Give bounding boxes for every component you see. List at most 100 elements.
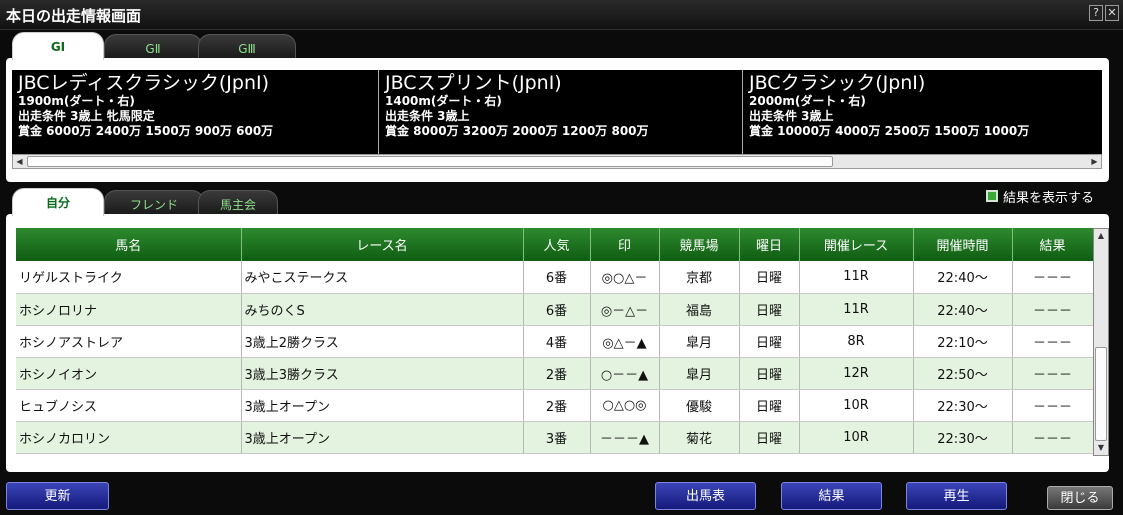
race-prize: 賞金 10000万 4000万 2500万 1500万 1000万 bbox=[749, 124, 1030, 138]
results-button[interactable]: 結果 bbox=[781, 482, 882, 510]
grade-race-card[interactable]: JBCスプリント(JpnⅠ) 1400m(ダート・右) 出走条件 3歳上 賞金 … bbox=[378, 70, 742, 154]
race-name: 3歳上2勝クラス bbox=[241, 325, 524, 358]
race-number: 12R bbox=[799, 357, 914, 390]
close-window-button[interactable]: ✕ bbox=[1105, 5, 1119, 21]
popularity: 3番 bbox=[523, 421, 591, 454]
show-results-label: 結果を表示する bbox=[1003, 191, 1095, 206]
result: －－－ bbox=[1012, 261, 1094, 294]
popularity: 2番 bbox=[523, 357, 591, 390]
result: －－－ bbox=[1012, 389, 1094, 422]
mark: ◎○△－ bbox=[590, 261, 660, 294]
title-bar: 本日の出走情報画面 ? ✕ bbox=[0, 0, 1123, 30]
horse-name: ホシノロリナ bbox=[16, 293, 242, 326]
entries-table: 馬名 レース名 人気 印 競馬場 曜日 開催レース 開催時間 結果 リゲルストラ… bbox=[16, 228, 1094, 454]
close-button[interactable]: 閉じる bbox=[1047, 486, 1113, 510]
racecourse: 優駿 bbox=[659, 389, 740, 422]
day: 日曜 bbox=[739, 389, 800, 422]
grade-race-card[interactable]: JBCレディスクラシック(JpnⅠ) 1900m(ダート・右) 出走条件 3歳上… bbox=[12, 70, 378, 154]
start-time: 22:50～ bbox=[913, 357, 1013, 390]
mark: ◎－△－ bbox=[590, 293, 660, 326]
race-number: 10R bbox=[799, 389, 914, 422]
start-time: 22:40～ bbox=[913, 293, 1013, 326]
col-start-time[interactable]: 開催時間 bbox=[913, 228, 1013, 261]
refresh-button[interactable]: 更新 bbox=[6, 482, 109, 510]
replay-button[interactable]: 再生 bbox=[906, 482, 1007, 510]
popularity: 6番 bbox=[523, 293, 591, 326]
racecourse: 皐月 bbox=[659, 325, 740, 358]
day: 日曜 bbox=[739, 421, 800, 454]
popularity: 6番 bbox=[523, 261, 591, 294]
table-header-row: 馬名 レース名 人気 印 競馬場 曜日 開催レース 開催時間 結果 bbox=[16, 228, 1094, 261]
mark: －－－▲ bbox=[590, 421, 660, 454]
table-row[interactable]: ホシノカロリン 3歳上オープン 3番 －－－▲ 菊花 日曜 10R 22:30～… bbox=[16, 421, 1094, 454]
start-time: 22:30～ bbox=[913, 421, 1013, 454]
window-title: 本日の出走情報画面 bbox=[6, 7, 142, 25]
mark: ◎△－▲ bbox=[590, 325, 660, 358]
race-name: みちのくS bbox=[241, 293, 524, 326]
horse-name: ホシノアストレア bbox=[16, 325, 242, 358]
col-result[interactable]: 結果 bbox=[1012, 228, 1094, 261]
help-button[interactable]: ? bbox=[1089, 5, 1103, 21]
col-horse-name[interactable]: 馬名 bbox=[16, 228, 242, 261]
entries-panel: 馬名 レース名 人気 印 競馬場 曜日 開催レース 開催時間 結果 リゲルストラ… bbox=[6, 214, 1109, 472]
scroll-thumb[interactable] bbox=[1095, 347, 1107, 441]
show-results-checkbox[interactable] bbox=[986, 190, 998, 202]
scroll-up-icon[interactable]: ▲ bbox=[1094, 229, 1108, 243]
racecourse: 京都 bbox=[659, 261, 740, 294]
race-distance: 2000m(ダート・右) bbox=[749, 94, 866, 108]
table-row[interactable]: ホシノアストレア 3歳上2勝クラス 4番 ◎△－▲ 皐月 日曜 8R 22:10… bbox=[16, 325, 1094, 358]
col-day[interactable]: 曜日 bbox=[739, 228, 800, 261]
race-name: JBCクラシック(JpnⅠ) bbox=[749, 72, 926, 94]
table-row[interactable]: ホシノイオン 3歳上3勝クラス 2番 ○－－▲ 皐月 日曜 12R 22:50～… bbox=[16, 357, 1094, 390]
race-prize: 賞金 6000万 2400万 1500万 900万 600万 bbox=[18, 124, 274, 138]
racecourse: 菊花 bbox=[659, 421, 740, 454]
race-number: 10R bbox=[799, 421, 914, 454]
horse-name: ホシノイオン bbox=[16, 357, 242, 390]
grade-race-card[interactable]: JBCクラシック(JpnⅠ) 2000m(ダート・右) 出走条件 3歳上 賞金 … bbox=[742, 70, 1102, 154]
race-card-button[interactable]: 出馬表 bbox=[655, 482, 756, 510]
col-racecourse[interactable]: 競馬場 bbox=[659, 228, 740, 261]
racecourse: 福島 bbox=[659, 293, 740, 326]
race-name: 3歳上オープン bbox=[241, 389, 524, 422]
grade-race-list: JBCレディスクラシック(JpnⅠ) 1900m(ダート・右) 出走条件 3歳上… bbox=[12, 70, 1102, 154]
col-race-number[interactable]: 開催レース bbox=[799, 228, 914, 261]
scroll-left-icon[interactable]: ◀ bbox=[13, 155, 26, 168]
racecourse: 皐月 bbox=[659, 357, 740, 390]
mark: ○△○◎ bbox=[590, 389, 660, 422]
scroll-right-icon[interactable]: ▶ bbox=[1088, 155, 1101, 168]
popularity: 2番 bbox=[523, 389, 591, 422]
race-condition: 出走条件 3歳上 bbox=[385, 109, 470, 123]
day: 日曜 bbox=[739, 357, 800, 390]
race-number: 11R bbox=[799, 293, 914, 326]
race-distance: 1900m(ダート・右) bbox=[18, 94, 135, 108]
horse-name: ヒュブノシス bbox=[16, 389, 242, 422]
day: 日曜 bbox=[739, 325, 800, 358]
horizontal-scrollbar[interactable]: ◀ ▶ bbox=[12, 154, 1102, 169]
day: 日曜 bbox=[739, 293, 800, 326]
start-time: 22:10～ bbox=[913, 325, 1013, 358]
table-row[interactable]: リゲルストライク みやこステークス 6番 ◎○△－ 京都 日曜 11R 22:4… bbox=[16, 261, 1094, 294]
col-race-name[interactable]: レース名 bbox=[241, 228, 524, 261]
race-prize: 賞金 8000万 3200万 2000万 1200万 800万 bbox=[385, 124, 649, 138]
scroll-thumb[interactable] bbox=[27, 156, 833, 167]
day: 日曜 bbox=[739, 261, 800, 294]
race-name: 3歳上オープン bbox=[241, 421, 524, 454]
table-row[interactable]: ヒュブノシス 3歳上オープン 2番 ○△○◎ 優駿 日曜 10R 22:30～ … bbox=[16, 389, 1094, 422]
tab-g1[interactable]: GⅠ bbox=[12, 32, 104, 60]
vertical-scrollbar[interactable]: ▲ ▼ bbox=[1093, 228, 1109, 456]
race-name: JBCレディスクラシック(JpnⅠ) bbox=[18, 72, 269, 94]
race-name: JBCスプリント(JpnⅠ) bbox=[385, 72, 562, 94]
tab-self[interactable]: 自分 bbox=[12, 188, 104, 216]
table-row[interactable]: ホシノロリナ みちのくS 6番 ◎－△－ 福島 日曜 11R 22:40～ －－… bbox=[16, 293, 1094, 326]
race-condition: 出走条件 3歳上 bbox=[749, 109, 834, 123]
popularity: 4番 bbox=[523, 325, 591, 358]
col-mark[interactable]: 印 bbox=[590, 228, 660, 261]
col-popularity[interactable]: 人気 bbox=[523, 228, 591, 261]
race-name: 3歳上3勝クラス bbox=[241, 357, 524, 390]
result: －－－ bbox=[1012, 421, 1094, 454]
scroll-down-icon[interactable]: ▼ bbox=[1094, 441, 1108, 455]
mark: ○－－▲ bbox=[590, 357, 660, 390]
result: －－－ bbox=[1012, 325, 1094, 358]
result: －－－ bbox=[1012, 293, 1094, 326]
horse-name: リゲルストライク bbox=[16, 261, 242, 294]
